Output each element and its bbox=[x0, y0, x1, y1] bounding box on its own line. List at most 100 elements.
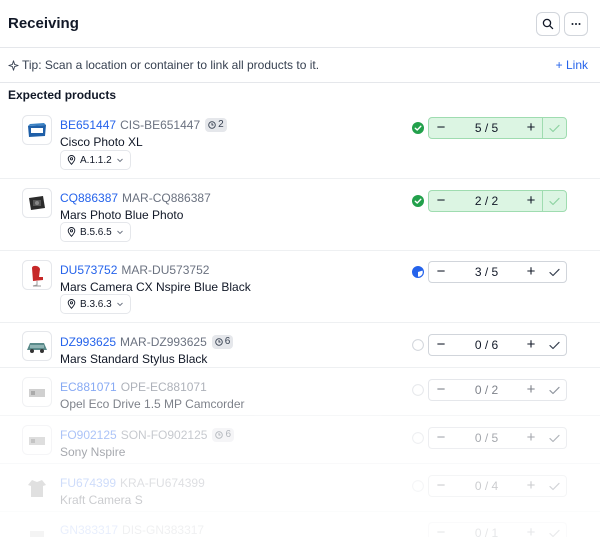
quantity-value: 3 / 5 bbox=[474, 265, 499, 279]
confirm-button[interactable] bbox=[542, 434, 566, 443]
quantity-stepper: − 0 / 1 + bbox=[428, 522, 567, 537]
more-button[interactable] bbox=[564, 11, 588, 36]
product-name: Mars Photo Blue Photo bbox=[60, 208, 184, 222]
confirm-button[interactable] bbox=[542, 341, 566, 350]
decrement-button[interactable]: − bbox=[429, 428, 453, 448]
product-thumbnail bbox=[22, 331, 52, 361]
product-sku: SON-FO902125 bbox=[120, 427, 208, 442]
product-code-link[interactable]: CQ886387 bbox=[60, 191, 118, 205]
location-select[interactable]: B.3.6.3 bbox=[60, 294, 131, 314]
chevron-down-icon bbox=[116, 158, 123, 163]
status-complete-icon bbox=[412, 195, 424, 207]
location-select[interactable]: A.1.1.2 bbox=[60, 150, 131, 170]
product-code-link[interactable]: GN383317 bbox=[60, 523, 118, 537]
product-code-link[interactable]: DZ993625 bbox=[60, 335, 116, 349]
more-icon bbox=[571, 22, 581, 25]
confirm-button[interactable] bbox=[542, 191, 566, 211]
product-sku: CIS-BE651447 bbox=[120, 117, 201, 132]
check-icon bbox=[548, 386, 560, 394]
search-icon bbox=[542, 18, 554, 29]
check-icon bbox=[549, 197, 560, 205]
increment-button[interactable]: + bbox=[520, 191, 542, 211]
increment-button[interactable]: + bbox=[520, 118, 542, 138]
product-code-link[interactable]: FO902125 bbox=[60, 428, 117, 442]
product-sku: DIS-GN383317 bbox=[122, 522, 205, 537]
decrement-button[interactable]: − bbox=[429, 262, 453, 282]
list-item: CQ886387 MAR-CQ886387 Mars Photo Blue Ph… bbox=[0, 179, 600, 251]
list-item: FU674399 KRA-FU674399 Kraft Camera S − 0… bbox=[0, 464, 600, 512]
count-badge: 2 bbox=[205, 117, 227, 132]
decrement-button[interactable]: − bbox=[429, 335, 453, 355]
check-icon bbox=[548, 482, 560, 490]
quantity-stepper: − 2 / 2 + bbox=[428, 190, 567, 212]
confirm-button[interactable] bbox=[542, 118, 566, 138]
check-icon bbox=[548, 341, 560, 349]
product-thumbnail bbox=[22, 521, 52, 537]
search-button[interactable] bbox=[536, 11, 560, 36]
decrement-button[interactable]: − bbox=[429, 118, 453, 138]
decrement-button[interactable]: − bbox=[429, 476, 453, 496]
product-name: Sony Nspire bbox=[60, 445, 126, 459]
status-empty-icon bbox=[412, 480, 424, 492]
quantity-value: 0 / 6 bbox=[474, 338, 499, 352]
product-sku: MAR-DU573752 bbox=[121, 262, 210, 277]
product-sku: MAR-CQ886387 bbox=[122, 190, 211, 205]
quantity-stepper: − 0 / 5 + bbox=[428, 427, 567, 449]
header-actions bbox=[536, 11, 588, 36]
product-sku: OPE-EC881071 bbox=[120, 379, 207, 394]
tip-bar: Tip: Scan a location or container to lin… bbox=[0, 48, 600, 83]
confirm-button[interactable] bbox=[542, 529, 566, 537]
page-title: Receiving bbox=[8, 15, 79, 32]
decrement-button[interactable]: − bbox=[429, 380, 453, 400]
quantity-value: 0 / 4 bbox=[474, 479, 499, 493]
quantity-stepper: − 0 / 4 + bbox=[428, 475, 567, 497]
count-badge: 6 bbox=[212, 427, 234, 442]
increment-button[interactable]: + bbox=[520, 523, 542, 537]
increment-button[interactable]: + bbox=[520, 262, 542, 282]
confirm-button[interactable] bbox=[542, 268, 566, 277]
list-item: DZ993625 MAR-DZ993625 6 Mars Standard St… bbox=[0, 323, 600, 368]
check-icon bbox=[548, 268, 560, 276]
check-icon bbox=[548, 434, 560, 442]
quantity-stepper: − 5 / 5 + bbox=[428, 117, 567, 139]
tip-text: Tip: Scan a location or container to lin… bbox=[22, 58, 320, 72]
location-pin-icon bbox=[67, 155, 76, 165]
header: Receiving bbox=[0, 0, 600, 48]
clock-icon bbox=[208, 120, 216, 129]
section-title: Expected products bbox=[8, 88, 117, 102]
decrement-button[interactable]: − bbox=[429, 191, 453, 211]
quantity-stepper: − 3 / 5 + bbox=[428, 261, 567, 283]
product-code-link[interactable]: EC881071 bbox=[60, 380, 117, 394]
status-empty-icon bbox=[412, 339, 424, 351]
quantity-stepper: − 0 / 6 + bbox=[428, 334, 567, 356]
chevron-down-icon bbox=[116, 230, 123, 235]
product-thumbnail bbox=[22, 473, 52, 503]
status-empty-icon bbox=[412, 384, 424, 396]
product-name: Mars Standard Stylus Black bbox=[60, 352, 208, 366]
quantity-stepper: − 0 / 2 + bbox=[428, 379, 567, 401]
status-partial-icon bbox=[412, 266, 424, 278]
link-button[interactable]: + Link bbox=[556, 58, 588, 72]
quantity-value: 5 / 5 bbox=[474, 121, 499, 135]
confirm-button[interactable] bbox=[542, 482, 566, 491]
increment-button[interactable]: + bbox=[520, 380, 542, 400]
product-code-link[interactable]: FU674399 bbox=[60, 476, 116, 490]
location-select[interactable]: B.5.6.5 bbox=[60, 222, 131, 242]
clock-icon bbox=[215, 430, 224, 439]
list-item: GN383317 DIS-GN383317 − 0 / 1 + bbox=[0, 512, 600, 537]
status-complete-icon bbox=[412, 122, 424, 134]
product-thumbnail bbox=[22, 377, 52, 407]
product-thumbnail bbox=[22, 425, 52, 455]
quantity-value: 2 / 2 bbox=[474, 194, 499, 208]
product-name: Opel Eco Drive 1.5 MP Camcorder bbox=[60, 397, 245, 411]
sparkle-icon bbox=[8, 59, 19, 71]
increment-button[interactable]: + bbox=[520, 428, 542, 448]
chevron-down-icon bbox=[116, 302, 123, 307]
increment-button[interactable]: + bbox=[520, 476, 542, 496]
decrement-button[interactable]: − bbox=[429, 523, 453, 537]
product-code-link[interactable]: BE651447 bbox=[60, 118, 116, 132]
increment-button[interactable]: + bbox=[520, 335, 542, 355]
confirm-button[interactable] bbox=[542, 386, 566, 395]
product-code-link[interactable]: DU573752 bbox=[60, 263, 117, 277]
location-pin-icon bbox=[67, 299, 76, 309]
